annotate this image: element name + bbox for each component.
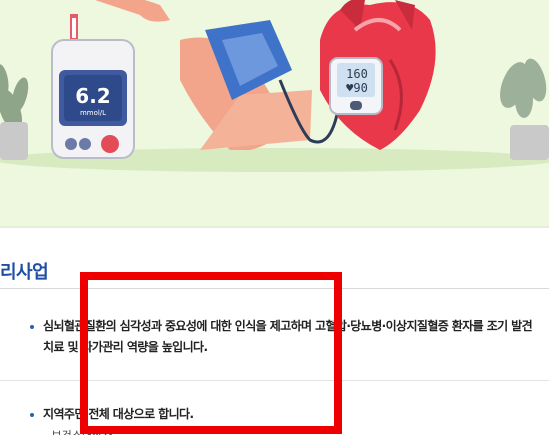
plant-right [500, 58, 547, 118]
bullet-icon [30, 325, 34, 329]
bullet-icon [30, 413, 34, 417]
highlight-box [80, 272, 342, 434]
glucose-reading: 6.2 [75, 84, 111, 108]
glucose-unit: mmol/L [79, 109, 107, 117]
hero-banner: 6.2 mmol/L 160 ♥90 [0, 0, 549, 226]
bp-diastolic: ♥90 [346, 81, 368, 95]
section-title: 리사업 [0, 262, 49, 283]
bp-systolic: 160 [346, 67, 368, 81]
banner-edge [0, 226, 549, 228]
